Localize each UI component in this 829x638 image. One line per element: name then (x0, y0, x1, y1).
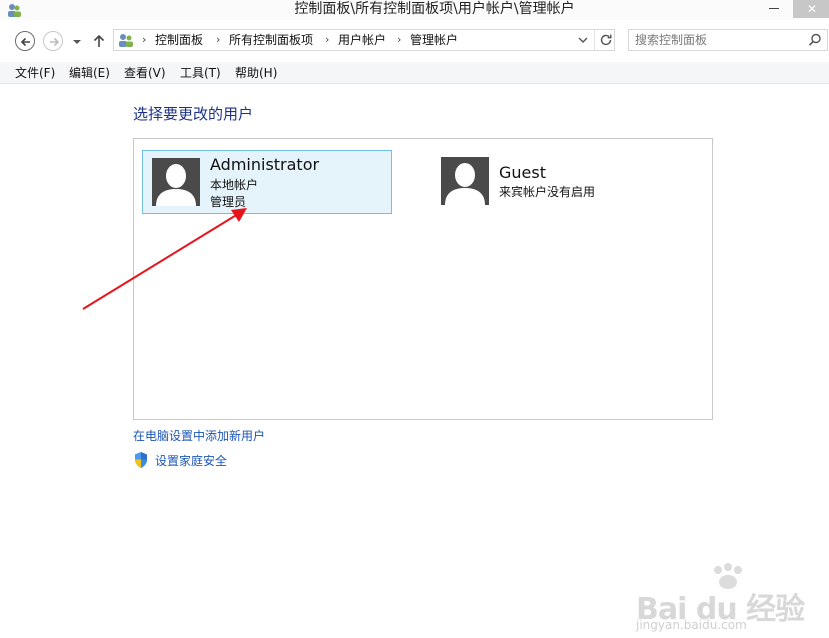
menu-view[interactable]: 查看(V) (124, 65, 166, 81)
menu-tools[interactable]: 工具(T) (180, 65, 221, 81)
breadcrumb-separator: › (216, 33, 221, 46)
avatar (441, 157, 489, 205)
chevron-down-icon[interactable] (575, 32, 591, 48)
user-name: Administrator (210, 155, 320, 174)
search-box[interactable] (628, 29, 828, 51)
up-button[interactable] (90, 31, 108, 51)
users-control-panel-icon (119, 34, 133, 47)
breadcrumb-manage-accounts[interactable]: 管理帐户 (410, 32, 458, 48)
main-content: 选择要更改的用户 Administrator 本地帐户 管理员 Guest 来宾… (0, 84, 829, 632)
user-name: Guest (499, 163, 546, 182)
search-icon[interactable] (808, 33, 822, 47)
arrow-right-icon (50, 37, 60, 47)
user-silhouette-icon (445, 163, 485, 205)
search-input[interactable] (635, 31, 795, 49)
back-button[interactable] (15, 31, 35, 51)
user-role: 管理员 (210, 195, 247, 209)
close-button[interactable]: ✕ (793, 0, 829, 18)
address-bar[interactable]: › 控制面板 › 所有控制面板项 › 用户帐户 › 管理帐户 (113, 29, 615, 51)
arrow-up-icon (93, 34, 105, 47)
user-status: 来宾帐户没有启用 (499, 185, 596, 199)
user-tile-administrator[interactable]: Administrator 本地帐户 管理员 (142, 150, 392, 214)
minimize-button[interactable] (760, 0, 788, 18)
arrow-left-icon (20, 37, 30, 47)
window-title: 控制面板\所有控制面板项\用户帐户\管理帐户 (294, 1, 575, 17)
user-account-type: 本地帐户 (210, 178, 259, 192)
breadcrumb-separator: › (397, 33, 402, 46)
user-list-panel: Administrator 本地帐户 管理员 Guest 来宾帐户没有启用 (133, 138, 713, 420)
breadcrumb-control-panel[interactable]: 控制面板 (155, 32, 203, 48)
menu-help[interactable]: 帮助(H) (235, 65, 277, 81)
forward-button[interactable] (43, 31, 63, 51)
avatar (152, 158, 200, 206)
add-user-link[interactable]: 在电脑设置中添加新用户 (133, 428, 265, 444)
address-divider (594, 30, 595, 50)
close-icon: ✕ (807, 2, 818, 16)
baidu-watermark: Bai du 经验 jingyan.baidu.com (636, 562, 805, 638)
recent-locations-button[interactable] (70, 33, 84, 49)
chevron-down-icon (73, 40, 81, 44)
minimize-icon (769, 8, 779, 9)
page-title: 选择要更改的用户 (133, 105, 254, 123)
user-tile-guest[interactable]: Guest 来宾帐户没有启用 (432, 150, 692, 214)
watermark-url: jingyan.baidu.com (636, 618, 747, 632)
refresh-icon[interactable] (598, 32, 614, 48)
menu-edit[interactable]: 编辑(E) (69, 65, 110, 81)
menu-bar: 文件(F) 编辑(E) 查看(V) 工具(T) 帮助(H) (0, 62, 829, 84)
breadcrumb-user-accounts[interactable]: 用户帐户 (338, 32, 386, 48)
title-bar: 控制面板\所有控制面板项\用户帐户\管理帐户 ✕ (0, 0, 829, 20)
breadcrumb-separator: › (325, 33, 330, 46)
breadcrumb-separator: › (142, 33, 147, 46)
breadcrumb-all-items[interactable]: 所有控制面板项 (229, 32, 313, 48)
uac-shield-icon (135, 452, 147, 468)
menu-file[interactable]: 文件(F) (15, 65, 55, 81)
family-safety-link[interactable]: 设置家庭安全 (155, 453, 227, 469)
user-silhouette-icon (156, 164, 196, 206)
